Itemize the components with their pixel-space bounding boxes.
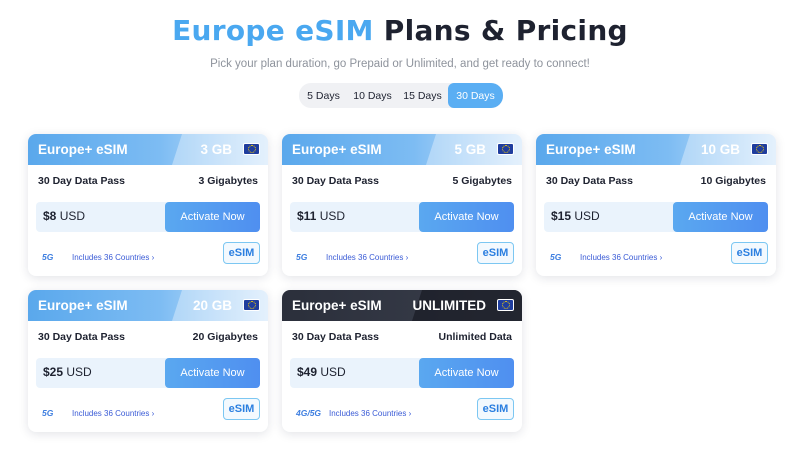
plan-price: $8 USD [43,209,85,223]
price-bar: $25 USD Activate Now [36,358,260,388]
price-currency: USD [319,209,346,223]
esim-badge: eSIM [223,398,260,420]
plan-price: $25 USD [43,365,92,379]
plan-card-3gb: Europe+ eSIM 3 GB 30 Day Data Pass 3 Gig… [28,134,268,276]
plan-price: $15 USD [551,209,600,223]
countries-link[interactable]: Includes 36 Countries › [329,409,411,418]
tab-5-days[interactable]: 5 Days [299,83,348,108]
price-bar: $8 USD Activate Now [36,202,260,232]
plan-card-header: Europe+ eSIM UNLIMITED [282,290,522,321]
plan-card-header: Europe+ eSIM 20 GB [28,290,268,321]
plan-data-detail: 3 Gigabytes [198,175,258,187]
plan-details-row: 30 Day Data Pass 5 Gigabytes [292,175,512,187]
price-amount: $8 [43,209,57,223]
plan-brand: Europe+ eSIM [292,298,382,313]
eu-flag-icon [243,299,260,311]
plan-details-row: 30 Day Data Pass 10 Gigabytes [546,175,766,187]
network-5g-icon: 5G [42,408,54,418]
price-amount: $15 [551,209,572,223]
plan-price: $49 USD [297,365,346,379]
price-amount: $25 [43,365,64,379]
plan-details-row: 30 Day Data Pass 3 Gigabytes [38,175,258,187]
plan-brand: Europe+ eSIM [292,142,382,157]
price-bar: $11 USD Activate Now [290,202,514,232]
plan-details-row: 30 Day Data Pass 20 Gigabytes [38,331,258,343]
plan-card-10gb: Europe+ eSIM 10 GB 30 Day Data Pass 10 G… [536,134,776,276]
plan-price: $11 USD [297,209,345,223]
network-5g-icon: 5G [42,252,54,262]
price-currency: USD [320,365,346,379]
duration-tabs: 5 Days 10 Days 15 Days 30 Days [299,83,503,108]
plan-pass-label: 30 Day Data Pass [38,331,125,343]
plan-brand: Europe+ eSIM [38,298,128,313]
price-currency: USD [59,209,86,223]
plan-footer: 4G/5G Includes 36 Countries › eSIM [296,398,514,423]
price-bar: $49 USD Activate Now [290,358,514,388]
plan-data-detail: Unlimited Data [438,331,512,343]
esim-badge: eSIM [477,242,514,264]
tab-15-days[interactable]: 15 Days [397,83,448,108]
plan-pass-label: 30 Day Data Pass [38,175,125,187]
plan-data-amount: UNLIMITED [412,298,487,313]
plan-footer: 5G Includes 36 Countries › eSIM [296,242,514,267]
page-subtitle: Pick your plan duration, go Prepaid or U… [210,58,590,70]
plan-card-5gb: Europe+ eSIM 5 GB 30 Day Data Pass 5 Gig… [282,134,522,276]
eu-flag-icon [497,143,514,155]
activate-now-button[interactable]: Activate Now [165,358,260,388]
plan-brand: Europe+ eSIM [38,142,128,157]
plan-data-amount: 3 GB [200,142,232,157]
tab-10-days[interactable]: 10 Days [348,83,397,108]
network-5g-icon: 5G [550,252,562,262]
plan-brand: Europe+ eSIM [546,142,636,157]
plan-card-header: Europe+ eSIM 3 GB [28,134,268,165]
activate-now-button[interactable]: Activate Now [165,202,260,232]
esim-badge: eSIM [731,242,768,264]
plan-pass-label: 30 Day Data Pass [292,331,379,343]
plan-footer: 5G Includes 36 Countries › eSIM [550,242,768,267]
plan-pass-label: 30 Day Data Pass [546,175,633,187]
plan-data-amount: 5 GB [454,142,486,157]
price-bar: $15 USD Activate Now [544,202,768,232]
plan-details-row: 30 Day Data Pass Unlimited Data [292,331,512,343]
countries-link[interactable]: Includes 36 Countries › [72,409,154,418]
plan-card-header: Europe+ eSIM 5 GB [282,134,522,165]
plan-card-20gb: Europe+ eSIM 20 GB 30 Day Data Pass 20 G… [28,290,268,432]
esim-badge: eSIM [223,242,260,264]
plan-footer: 5G Includes 36 Countries › eSIM [42,398,260,423]
price-currency: USD [574,209,600,223]
plan-card-unlimited: Europe+ eSIM UNLIMITED 30 Day Data Pass … [282,290,522,432]
countries-link[interactable]: Includes 36 Countries › [326,253,408,262]
eu-flag-icon [497,299,514,311]
activate-now-button[interactable]: Activate Now [419,358,514,388]
price-amount: $11 [297,209,317,223]
plan-data-detail: 5 Gigabytes [452,175,512,187]
eu-flag-icon [243,143,260,155]
activate-now-button[interactable]: Activate Now [673,202,768,232]
page-title-accent: Europe eSIM [172,14,374,47]
plan-card-header: Europe+ eSIM 10 GB [536,134,776,165]
plan-footer: 5G Includes 36 Countries › eSIM [42,242,260,267]
network-4g5g-icon: 4G/5G [296,408,322,418]
esim-badge: eSIM [477,398,514,420]
price-amount: $49 [297,365,318,379]
countries-link[interactable]: Includes 36 Countries › [580,253,662,262]
page-title: Europe eSIM Plans & Pricing [0,14,800,47]
eu-flag-icon [751,143,768,155]
network-5g-icon: 5G [296,252,308,262]
plan-data-detail: 20 Gigabytes [192,331,258,343]
plan-data-amount: 10 GB [700,142,740,157]
tab-30-days[interactable]: 30 Days [448,83,503,108]
activate-now-button[interactable]: Activate Now [419,202,514,232]
page-title-rest: Plans & Pricing [383,14,628,47]
plan-pass-label: 30 Day Data Pass [292,175,379,187]
price-currency: USD [66,365,92,379]
countries-link[interactable]: Includes 36 Countries › [72,253,154,262]
plan-data-detail: 10 Gigabytes [700,175,766,187]
plan-data-amount: 20 GB [192,298,232,313]
